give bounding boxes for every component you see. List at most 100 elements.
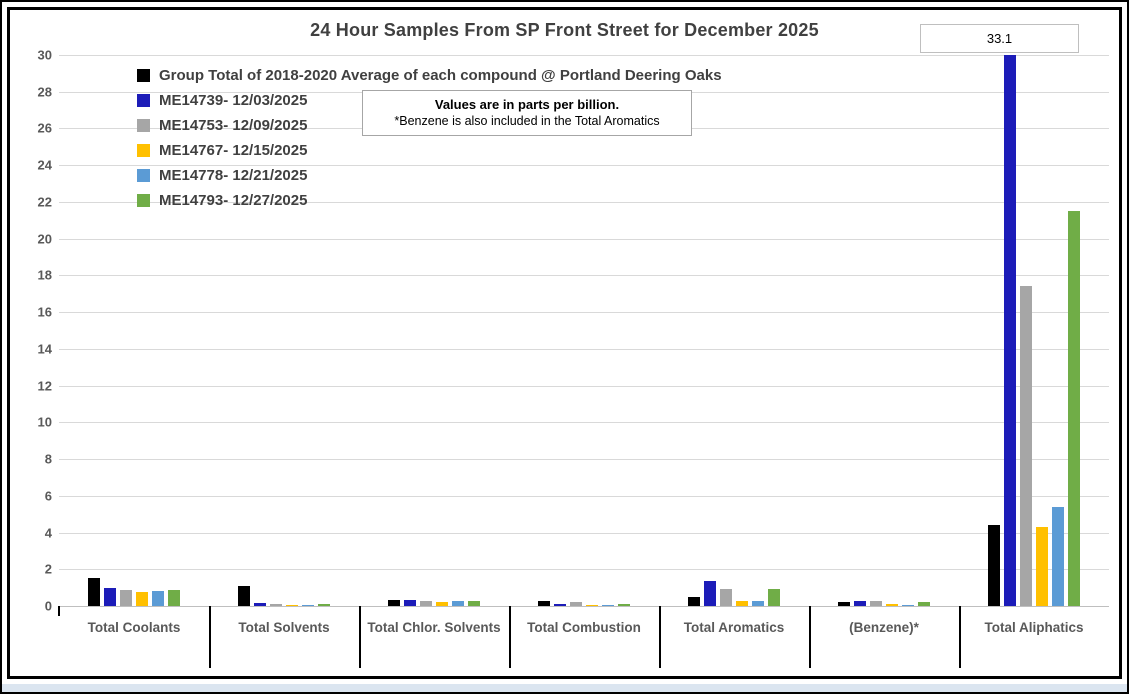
bar[interactable]: [238, 585, 250, 606]
y-tick-label-24: 24: [37, 157, 52, 173]
bar[interactable]: [602, 604, 614, 606]
bar[interactable]: [736, 601, 748, 606]
legend-swatch-icon: [137, 69, 150, 82]
bar[interactable]: [404, 599, 416, 606]
bar[interactable]: [1036, 527, 1048, 606]
legend-label: ME14753- 12/09/2025: [159, 117, 308, 134]
y-tick-label-10: 10: [37, 414, 52, 430]
bar[interactable]: [452, 600, 464, 606]
bar[interactable]: [420, 601, 432, 606]
bar[interactable]: [870, 601, 882, 606]
clipped-bar-value-callout[interactable]: 33.1: [920, 24, 1079, 53]
x-axis-line: [59, 606, 1109, 607]
y-tick-label-0: 0: [44, 598, 52, 614]
bar[interactable]: [1052, 506, 1064, 606]
legend-label: ME14767- 12/15/2025: [159, 142, 308, 159]
x-category-label: Total Chlor. Solvents: [367, 620, 501, 635]
legend-swatch-icon: [137, 194, 150, 207]
bar[interactable]: [838, 602, 850, 606]
legend-swatch-icon: [137, 144, 150, 157]
bar[interactable]: [538, 601, 550, 606]
y-tick-label-28: 28: [37, 84, 52, 100]
x-category-label: Total Aromatics: [683, 620, 785, 635]
chart-window: 24 Hour Samples From SP Front Street for…: [0, 0, 1129, 694]
bar[interactable]: [886, 604, 898, 606]
bar[interactable]: [120, 590, 132, 606]
category-divider: [359, 606, 361, 668]
bar[interactable]: [152, 591, 164, 606]
bar[interactable]: [318, 603, 330, 606]
y-tick-label-18: 18: [37, 267, 52, 283]
bar[interactable]: [436, 602, 448, 606]
bar-group-6: [959, 55, 1109, 606]
bar[interactable]: [854, 600, 866, 606]
chart-legend: Group Total of 2018-2020 Average of each…: [137, 63, 722, 213]
legend-swatch-icon: [137, 94, 150, 107]
bar[interactable]: [286, 604, 298, 606]
bar[interactable]: [768, 589, 780, 606]
bar[interactable]: [168, 590, 180, 606]
legend-swatch-icon: [137, 119, 150, 132]
legend-label: ME14778- 12/21/2025: [159, 167, 308, 184]
bar[interactable]: [918, 602, 930, 606]
category-divider: [509, 606, 511, 668]
bar[interactable]: [88, 578, 100, 606]
category-divider: [659, 606, 661, 668]
bar[interactable]: [136, 592, 148, 606]
bar[interactable]: [1068, 211, 1080, 606]
y-tick-label-16: 16: [37, 304, 52, 320]
legend-item-5[interactable]: ME14793- 12/27/2025: [137, 188, 722, 213]
bar[interactable]: [752, 600, 764, 606]
clipped-bar-value: 33.1: [986, 31, 1013, 46]
y-tick-label-8: 8: [44, 451, 52, 467]
x-category-label: Total Aliphatics: [984, 620, 1084, 635]
category-divider: [209, 606, 211, 668]
bar[interactable]: [1004, 55, 1016, 606]
y-axis-labels: 0 2 4 6 8 10 12 14 16 18 20 22 24 26 28 30: [10, 48, 52, 614]
bar[interactable]: [468, 600, 480, 606]
bar[interactable]: [988, 525, 1000, 606]
bar[interactable]: [688, 596, 700, 606]
legend-label: ME14793- 12/27/2025: [159, 192, 308, 209]
x-category-label: Total Combustion: [527, 620, 641, 635]
bar[interactable]: [554, 603, 566, 606]
legend-item-3[interactable]: ME14767- 12/15/2025: [137, 138, 722, 163]
bar[interactable]: [302, 604, 314, 606]
x-axis-category-labels: Total Coolants Total Solvents Total Chlor.…: [59, 614, 1109, 654]
bar[interactable]: [720, 589, 732, 606]
bar[interactable]: [104, 587, 116, 606]
y-tick-label-22: 22: [37, 194, 52, 210]
note-box[interactable]: Values are in parts per billion. *Benzen…: [362, 90, 692, 136]
bottom-margin-strip: [2, 684, 1127, 692]
legend-swatch-icon: [137, 169, 150, 182]
bar-group-5: [809, 55, 959, 606]
bar[interactable]: [270, 603, 282, 606]
x-category-label: (Benzene)*: [849, 620, 919, 635]
y-tick-label-14: 14: [37, 341, 52, 357]
bar[interactable]: [1020, 286, 1032, 606]
bar[interactable]: [254, 603, 266, 606]
note-line-2: *Benzene is also included in the Total A…: [394, 114, 660, 128]
legend-label: ME14739- 12/03/2025: [159, 92, 308, 109]
bar[interactable]: [570, 602, 582, 606]
bar[interactable]: [618, 604, 630, 606]
note-line-1: Values are in parts per billion.: [434, 97, 620, 112]
y-tick-label-6: 6: [44, 488, 52, 504]
y-tick-label-30: 30: [37, 47, 52, 63]
legend-item-4[interactable]: ME14778- 12/21/2025: [137, 163, 722, 188]
y-tick-label-20: 20: [37, 231, 52, 247]
x-category-label: Total Coolants: [87, 620, 181, 635]
legend-label: Group Total of 2018-2020 Average of each…: [159, 67, 722, 84]
bar[interactable]: [388, 599, 400, 606]
y-tick-label-12: 12: [37, 378, 52, 394]
y-tick-label-2: 2: [44, 561, 52, 577]
bar[interactable]: [704, 581, 716, 606]
y-tick-label-26: 26: [37, 120, 52, 136]
category-divider: [809, 606, 811, 668]
bar[interactable]: [586, 605, 598, 606]
y-tick-label-4: 4: [44, 525, 52, 541]
x-category-label: Total Solvents: [238, 620, 330, 635]
category-divider: [959, 606, 961, 668]
legend-item-0[interactable]: Group Total of 2018-2020 Average of each…: [137, 63, 722, 88]
bar[interactable]: [902, 604, 914, 606]
